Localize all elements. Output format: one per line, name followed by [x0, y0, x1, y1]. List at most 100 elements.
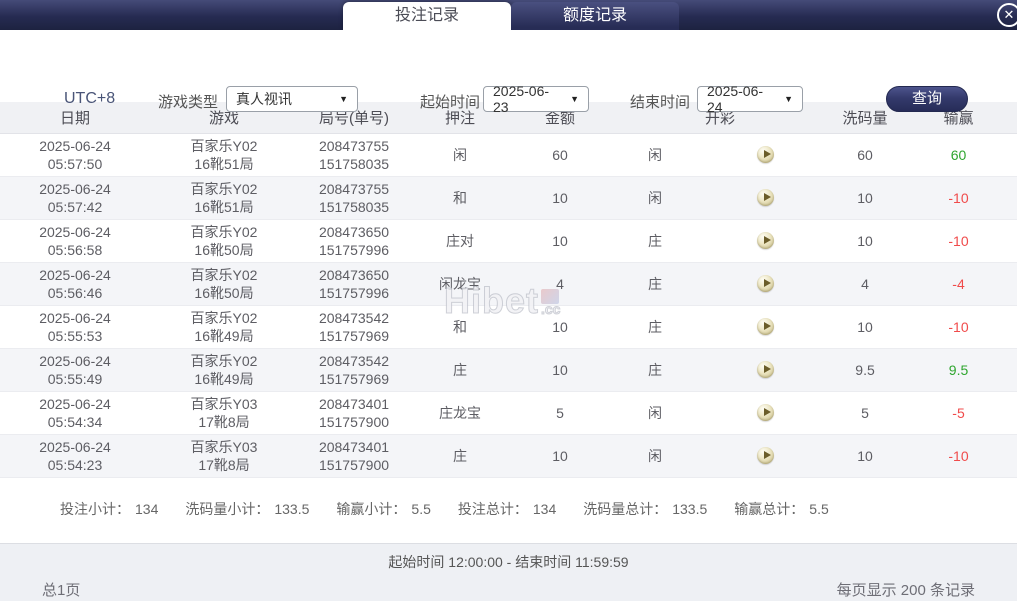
game-type-select[interactable]: 真人视讯 ▼: [226, 86, 358, 112]
cell-round-number: 208473755 151758035: [298, 176, 410, 220]
cell-date: 2025-06-24 05:55:49: [0, 348, 150, 392]
cell-result: 庄: [610, 219, 700, 263]
summary-rolling-total: 洗码量总计： 133.5: [583, 501, 708, 517]
tab-strip: 投注记录 额度记录: [343, 2, 679, 30]
chevron-down-icon: ▼: [784, 94, 793, 104]
cell-result: 庄: [610, 305, 700, 349]
cell-round-number: 208473755 151758035: [298, 133, 410, 177]
cell-winloss: -5: [900, 391, 1017, 435]
cell-bet-type: 庄龙宝: [410, 391, 510, 435]
cell-bet-type: 闲龙宝: [410, 262, 510, 306]
bet-records-table: 日期 游戏 局号(单号) 押注 金额 开彩 洗码量 输赢 2025-06-24 0…: [0, 102, 1017, 478]
cell-round-number: 208473401 151757900: [298, 391, 410, 435]
pagination-footer: 起始时间 12:00:00 - 结束时间 11:59:59 总1页 每页显示 2…: [0, 543, 1017, 601]
cell-game: 百家乐Y03 17靴8局: [150, 434, 298, 478]
summary-rolling-subtotal: 洗码量小计： 133.5: [185, 501, 310, 517]
play-triangle-icon: [763, 408, 771, 417]
cell-replay: [700, 219, 831, 263]
cell-rolling: 4: [830, 262, 901, 306]
cell-result: 庄: [610, 262, 700, 306]
cell-bet-type: 庄对: [410, 219, 510, 263]
cell-rolling: 5: [830, 391, 901, 435]
page-count: 总1页: [42, 582, 81, 599]
cell-game: 百家乐Y02 16靴51局: [150, 133, 298, 177]
replay-play-icon[interactable]: [756, 189, 774, 207]
cell-amount: 10: [510, 219, 610, 263]
table-row: 2025-06-24 05:54:23 百家乐Y03 17靴8局 208473401 15…: [0, 434, 1017, 478]
tab-betting-records[interactable]: 投注记录: [343, 2, 511, 30]
cell-winloss: -10: [900, 176, 1017, 220]
tab-credit-records[interactable]: 额度记录: [511, 2, 679, 30]
game-type-label: 游戏类型: [158, 94, 219, 111]
cell-bet-type: 闲: [410, 133, 510, 177]
cell-result: 庄: [610, 348, 700, 392]
replay-play-icon[interactable]: [756, 146, 774, 164]
cell-winloss: 9.5: [900, 348, 1017, 392]
table-row: 2025-06-24 05:56:46 百家乐Y02 16靴50局 208473650 1…: [0, 262, 1017, 306]
bet-table-body: 2025-06-24 05:57:50 百家乐Y02 16靴51局 208473755 1…: [0, 133, 1017, 478]
cell-bet-type: 庄: [410, 348, 510, 392]
cell-replay: [700, 391, 831, 435]
table-row: 2025-06-24 05:57:50 百家乐Y02 16靴51局 208473755 1…: [0, 133, 1017, 177]
cell-amount: 4: [510, 262, 610, 306]
cell-winloss: 60: [900, 133, 1017, 177]
cell-amount: 10: [510, 176, 610, 220]
play-triangle-icon: [763, 193, 771, 202]
cell-amount: 10: [510, 305, 610, 349]
cell-rolling: 10: [830, 434, 901, 478]
cell-rolling: 9.5: [830, 348, 901, 392]
summary-winloss-total: 输赢总计： 5.5: [734, 501, 829, 517]
replay-play-icon[interactable]: [756, 275, 774, 293]
play-triangle-icon: [763, 279, 771, 288]
cell-date: 2025-06-24 05:55:53: [0, 305, 150, 349]
close-icon[interactable]: ✕: [997, 3, 1017, 27]
cell-date: 2025-06-24 05:56:58: [0, 219, 150, 263]
cell-round-number: 208473401 151757900: [298, 434, 410, 478]
cell-result: 闲: [610, 176, 700, 220]
table-row: 2025-06-24 05:57:42 百家乐Y02 16靴51局 208473755 1…: [0, 176, 1017, 220]
replay-play-icon[interactable]: [756, 404, 774, 422]
replay-play-icon[interactable]: [756, 447, 774, 465]
cell-replay: [700, 262, 831, 306]
per-page-info: 每页显示 200 条记录: [836, 582, 975, 599]
cell-date: 2025-06-24 05:54:34: [0, 391, 150, 435]
cell-date: 2025-06-24 05:57:42: [0, 176, 150, 220]
cell-amount: 5: [510, 391, 610, 435]
cell-winloss: -10: [900, 305, 1017, 349]
start-date-label: 起始时间: [420, 94, 481, 111]
cell-replay: [700, 133, 831, 177]
filter-bar: UTC+8 游戏类型 真人视讯 ▼ 起始时间 2025-06-23 ▼ 结束时间…: [0, 30, 1017, 115]
cell-replay: [700, 305, 831, 349]
play-triangle-icon: [763, 236, 771, 245]
cell-game: 百家乐Y02 16靴51局: [150, 176, 298, 220]
query-button[interactable]: 查询: [886, 86, 968, 112]
cell-result: 闲: [610, 434, 700, 478]
summary-bar: 投注小计： 134 洗码量小计： 133.5 输赢小计： 5.5 投注总计： 134 洗…: [0, 477, 1017, 541]
cell-rolling: 60: [830, 133, 901, 177]
play-triangle-icon: [763, 451, 771, 460]
cell-replay: [700, 176, 831, 220]
cell-game: 百家乐Y02 16靴49局: [150, 348, 298, 392]
cell-bet-type: 和: [410, 305, 510, 349]
summary-bet-subtotal: 投注小计： 134: [60, 501, 159, 517]
cell-game: 百家乐Y02 16靴49局: [150, 305, 298, 349]
replay-play-icon[interactable]: [756, 361, 774, 379]
cell-date: 2025-06-24 05:54:23: [0, 434, 150, 478]
replay-play-icon[interactable]: [756, 232, 774, 250]
start-date-select[interactable]: 2025-06-23 ▼: [483, 83, 589, 115]
cell-date: 2025-06-24 05:56:46: [0, 262, 150, 306]
table-row: 2025-06-24 05:55:49 百家乐Y02 16靴49局 208473542 1…: [0, 348, 1017, 392]
cell-result: 闲: [610, 391, 700, 435]
chevron-down-icon: ▼: [570, 94, 579, 104]
end-date-label: 结束时间: [630, 94, 691, 111]
cell-round-number: 208473650 151757996: [298, 219, 410, 263]
summary-bet-total: 投注总计： 134: [457, 501, 557, 517]
end-date-select[interactable]: 2025-06-24 ▼: [697, 83, 803, 115]
cell-rolling: 10: [830, 219, 901, 263]
chevron-down-icon: ▼: [339, 94, 348, 104]
cell-winloss: -10: [900, 219, 1017, 263]
cell-winloss: -4: [900, 262, 1017, 306]
play-triangle-icon: [763, 322, 771, 331]
replay-play-icon[interactable]: [756, 318, 774, 336]
cell-replay: [700, 348, 831, 392]
